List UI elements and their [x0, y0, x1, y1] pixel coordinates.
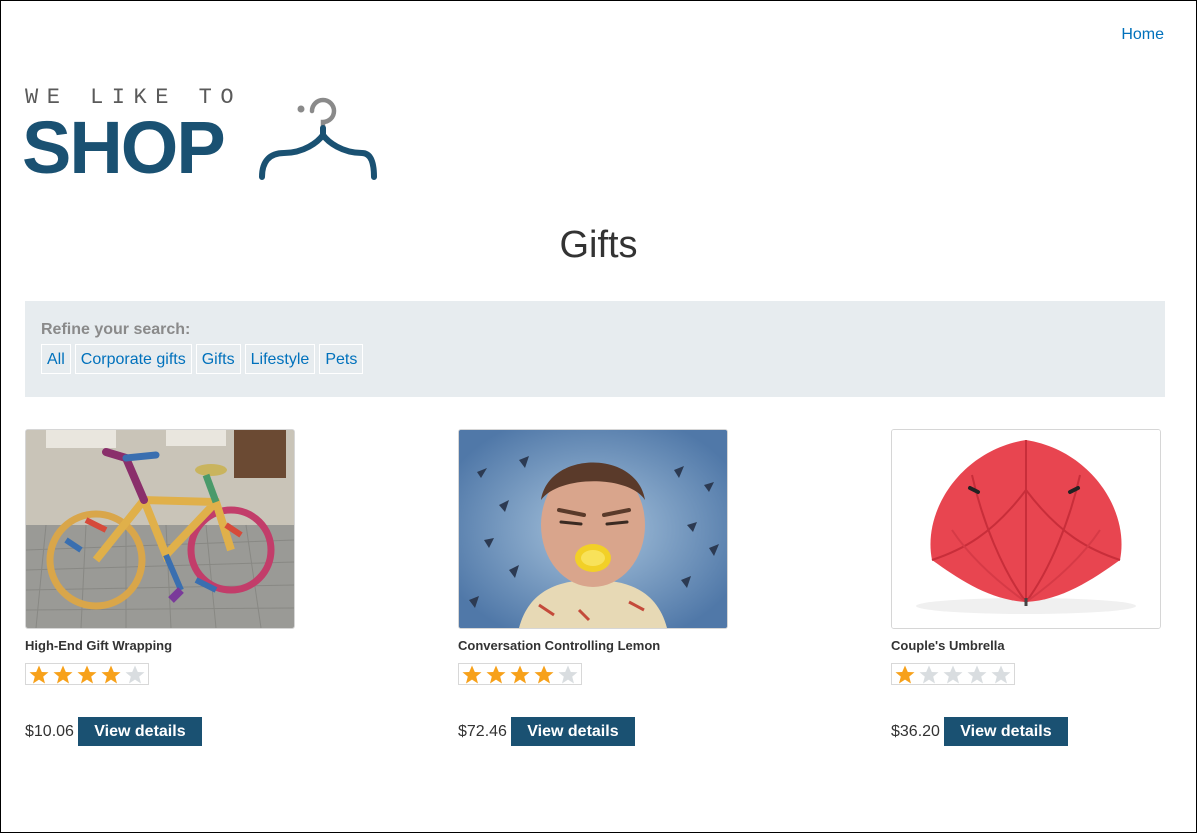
product-name[interactable]: Conversation Controlling Lemon	[458, 638, 728, 653]
product-image[interactable]	[25, 429, 295, 629]
filter-all[interactable]: All	[41, 344, 71, 374]
filter-gifts[interactable]: Gifts	[195, 344, 241, 374]
star-empty-icon	[989, 664, 1013, 686]
product-card: High-End Gift Wrapping $10.06 View detai…	[25, 429, 295, 746]
page-title: Gifts	[559, 224, 638, 266]
filter-corporate-gifts[interactable]: Corporate gifts	[74, 344, 192, 374]
product-name[interactable]: High-End Gift Wrapping	[25, 638, 295, 653]
star-filled-icon	[893, 664, 917, 686]
page-frame: Home WE LIKE TO SHOP Gifts Refine your s…	[0, 0, 1197, 833]
buy-row: $36.20 View details	[891, 717, 1161, 746]
star-empty-icon	[941, 664, 965, 686]
buy-row: $10.06 View details	[25, 717, 295, 746]
star-empty-icon	[917, 664, 941, 686]
star-empty-icon	[556, 664, 580, 686]
rating-stars	[25, 663, 149, 685]
star-filled-icon	[75, 664, 99, 686]
product-name[interactable]: Couple's Umbrella	[891, 638, 1161, 653]
man-with-lemon-image	[459, 430, 727, 628]
site-logo[interactable]: WE LIKE TO SHOP	[22, 85, 384, 189]
rating-stars	[458, 663, 582, 685]
view-details-button[interactable]: View details	[510, 717, 635, 746]
red-umbrella-image	[892, 430, 1160, 628]
rating-stars	[891, 663, 1015, 685]
star-filled-icon	[99, 664, 123, 686]
filter-lifestyle[interactable]: Lifestyle	[244, 344, 316, 374]
filter-panel: Refine your search: All Corporate gifts …	[25, 301, 1165, 397]
filter-list: All Corporate gifts Gifts Lifestyle Pets	[41, 344, 364, 374]
star-empty-icon	[123, 664, 147, 686]
product-price: $10.06	[25, 722, 74, 740]
product-price: $72.46	[458, 722, 507, 740]
buy-row: $72.46 View details	[458, 717, 728, 746]
star-filled-icon	[460, 664, 484, 686]
product-price: $36.20	[891, 722, 940, 740]
home-link[interactable]: Home	[1121, 26, 1164, 44]
product-grid: High-End Gift Wrapping $10.06 View detai…	[25, 429, 1166, 759]
star-empty-icon	[965, 664, 989, 686]
product-image[interactable]	[458, 429, 728, 629]
hanger-icon	[259, 97, 377, 180]
star-filled-icon	[51, 664, 75, 686]
star-filled-icon	[508, 664, 532, 686]
star-filled-icon	[532, 664, 556, 686]
star-filled-icon	[27, 664, 51, 686]
filter-pets[interactable]: Pets	[319, 344, 364, 374]
view-details-button[interactable]: View details	[943, 717, 1068, 746]
yarn-bombed-bicycle-image	[26, 430, 294, 628]
product-image[interactable]	[891, 429, 1161, 629]
logo-wordmark: SHOP	[22, 106, 226, 189]
product-card: Conversation Controlling Lemon $72.46 Vi…	[458, 429, 728, 746]
star-filled-icon	[484, 664, 508, 686]
product-card: Couple's Umbrella $36.20 View details	[891, 429, 1161, 746]
view-details-button[interactable]: View details	[77, 717, 202, 746]
filter-heading: Refine your search:	[41, 321, 191, 338]
